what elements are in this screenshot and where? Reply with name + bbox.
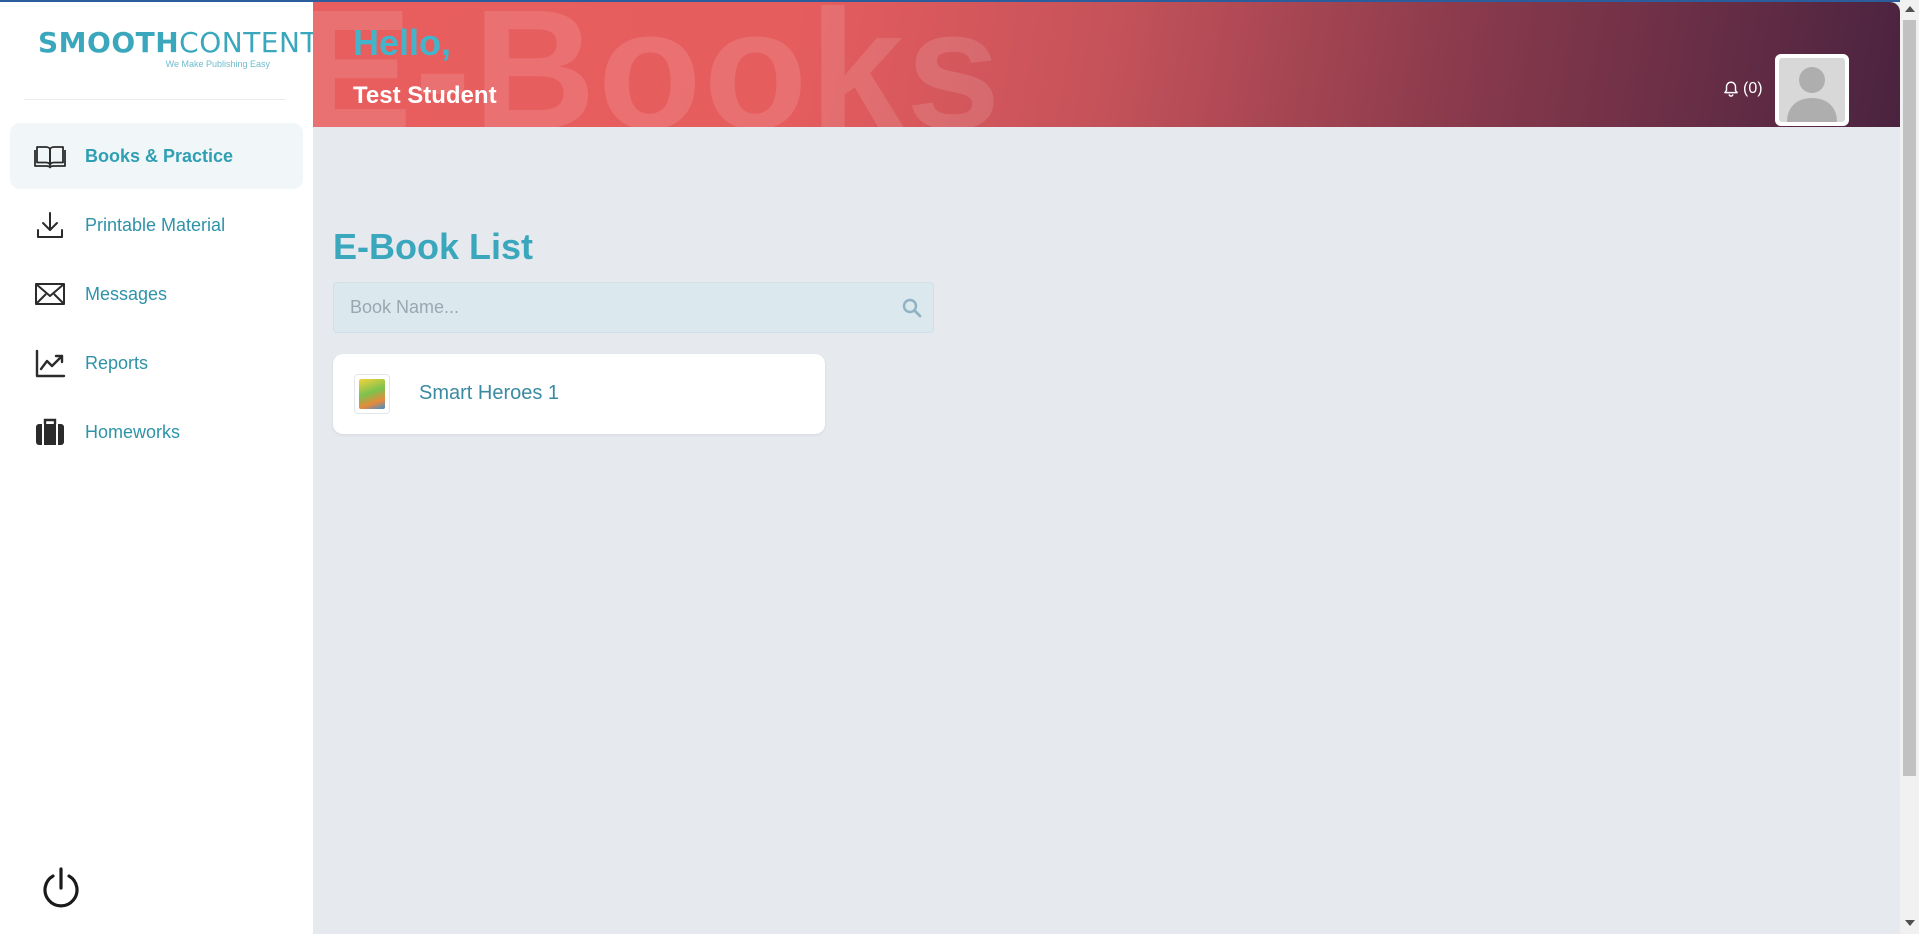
user-silhouette-icon [1787, 67, 1837, 122]
sidebar-item-label: Homeworks [85, 421, 181, 442]
bell-icon [1724, 81, 1738, 97]
user-name: Test Student [353, 82, 497, 109]
window-top-border [0, 0, 1900, 2]
book-title: Smart Heroes 1 [419, 382, 560, 404]
logo-wordmark: SMOOTHCONTENT [38, 26, 319, 59]
sidebar-item-messages[interactable]: Messages [10, 261, 303, 327]
notifications-button[interactable]: (0) [1722, 80, 1763, 98]
sidebar-item-label: Books & Practice [85, 145, 234, 166]
search-input[interactable] [334, 283, 933, 332]
book-card[interactable]: Smart Heroes 1 [333, 354, 825, 434]
divider [24, 99, 286, 100]
avatar[interactable] [1775, 54, 1849, 126]
envelope-icon [34, 278, 66, 310]
sidebar-item-printable-material[interactable]: Printable Material [10, 192, 303, 258]
search-box [333, 282, 934, 333]
briefcase-icon [34, 416, 66, 448]
greeting: Hello, [353, 22, 452, 63]
sidebar-item-label: Messages [85, 283, 168, 304]
sidebar-item-homeworks[interactable]: Homeworks [10, 399, 303, 465]
chart-line-icon [34, 347, 66, 379]
sidebar-item-reports[interactable]: Reports [10, 330, 303, 396]
scroll-thumb[interactable] [1903, 20, 1916, 776]
brand-logo[interactable]: SMOOTHCONTENT We Make Publishing Easy [38, 26, 319, 76]
sidebar-item-label: Printable Material [85, 214, 226, 235]
scroll-up-arrow[interactable] [1905, 6, 1915, 12]
avatar-placeholder [1779, 58, 1845, 122]
sidebar-nav: Books & Practice Printable Material Mess… [10, 123, 303, 468]
scrollbar[interactable] [1900, 0, 1919, 934]
book-open-icon [34, 140, 66, 172]
download-icon [34, 209, 66, 241]
book-cover-image [359, 379, 385, 409]
power-icon [43, 867, 79, 908]
main-content: E-Books Hello, Test Student (0) E-Book L… [313, 2, 1900, 934]
sidebar-item-label: Reports [85, 352, 149, 373]
logo-tagline: We Make Publishing Easy [165, 59, 270, 69]
page-header: E-Books Hello, Test Student (0) [313, 2, 1900, 127]
scroll-down-arrow[interactable] [1905, 920, 1915, 926]
search-icon[interactable] [901, 297, 923, 319]
sidebar-item-books-practice[interactable]: Books & Practice [10, 123, 303, 189]
app-root: SMOOTHCONTENT We Make Publishing Easy Bo… [0, 0, 1919, 934]
page-title: E-Book List [333, 226, 534, 267]
book-cover [354, 374, 390, 414]
logout-button[interactable] [38, 866, 84, 912]
notification-count: (0) [1743, 80, 1763, 97]
sidebar: SMOOTHCONTENT We Make Publishing Easy Bo… [0, 0, 319, 934]
